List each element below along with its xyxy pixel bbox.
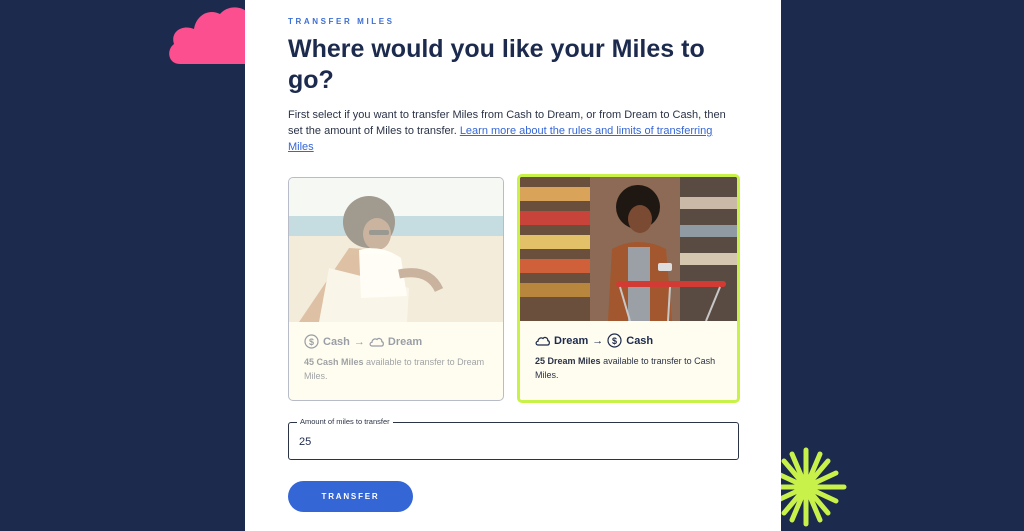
option-from-label: Dream bbox=[554, 334, 589, 347]
grocery-photo bbox=[520, 177, 737, 321]
arrow-right-icon: → bbox=[353, 335, 365, 348]
amount-field: Amount of miles to transfer bbox=[288, 417, 739, 460]
dollar-coin-icon: $ bbox=[607, 333, 622, 348]
option-body: $ Cash → Dream 45 Cash Miles available t… bbox=[304, 334, 493, 383]
option-dream-to-cash[interactable]: Dream → $ Cash 25 Dream Miles available … bbox=[517, 174, 740, 403]
cloud-icon bbox=[369, 334, 384, 349]
transfer-button[interactable]: TRANSFER bbox=[288, 481, 413, 512]
option-from-label: Cash bbox=[323, 335, 350, 348]
cloud-icon bbox=[535, 333, 550, 348]
option-to-label: Cash bbox=[626, 334, 654, 347]
option-body: Dream → $ Cash 25 Dream Miles available … bbox=[535, 333, 727, 382]
eyebrow-label: TRANSFER MILES bbox=[288, 17, 395, 26]
option-description: 45 Cash Miles available to transfer to D… bbox=[304, 355, 493, 383]
starburst-decoration bbox=[780, 447, 847, 527]
miles-available: 45 Cash Miles bbox=[304, 357, 364, 367]
intro-text: First select if you want to transfer Mil… bbox=[288, 107, 740, 155]
miles-available: 25 Dream Miles bbox=[535, 356, 601, 366]
option-heading: $ Cash → Dream bbox=[304, 334, 493, 349]
option-to-label: Dream bbox=[387, 335, 423, 348]
svg-text:$: $ bbox=[612, 336, 617, 346]
page-title: Where would you like your Miles to go? bbox=[288, 35, 705, 94]
amount-label: Amount of miles to transfer bbox=[297, 417, 393, 426]
beach-photo bbox=[289, 178, 503, 322]
amount-input[interactable] bbox=[299, 433, 719, 451]
option-cash-to-dream[interactable]: $ Cash → Dream 45 Cash Miles available t… bbox=[288, 177, 504, 401]
svg-text:$: $ bbox=[309, 337, 314, 347]
option-heading: Dream → $ Cash bbox=[535, 333, 727, 348]
transfer-card: TRANSFER MILES Where would you like your… bbox=[245, 0, 781, 531]
option-description: 25 Dream Miles available to transfer to … bbox=[535, 354, 727, 382]
arrow-right-icon: → bbox=[592, 334, 604, 347]
dollar-coin-icon: $ bbox=[304, 334, 319, 349]
